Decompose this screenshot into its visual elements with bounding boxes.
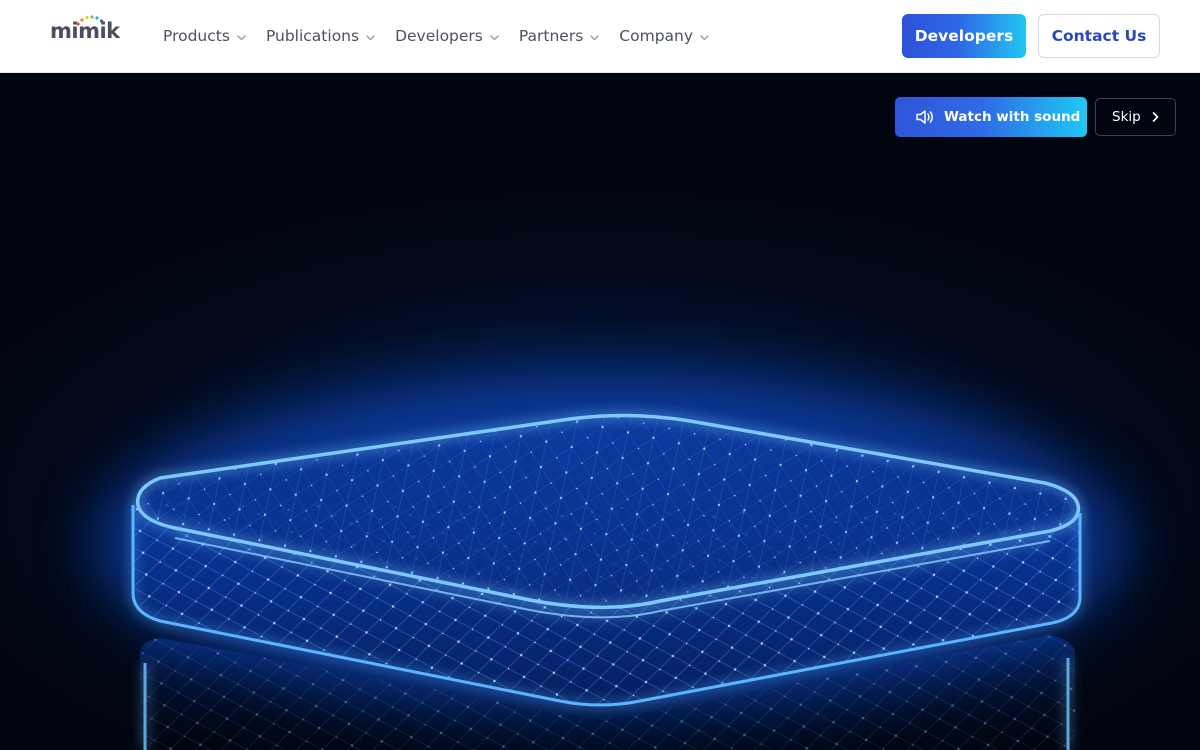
watch-with-sound-button[interactable]: Watch with sound	[895, 97, 1087, 137]
skip-button[interactable]: Skip	[1095, 98, 1176, 136]
logo-wordmark: mimik	[50, 19, 120, 43]
chevron-down-icon	[490, 34, 499, 41]
nav-item-label: Company	[619, 27, 694, 45]
chevron-down-icon	[366, 34, 375, 41]
chevron-right-icon	[1152, 112, 1159, 122]
nav-item-label: Publications	[265, 27, 360, 45]
site-header: mimik Products Publications Developers P…	[0, 0, 1200, 73]
main-nav: Products Publications Developers Partner…	[163, 0, 729, 72]
chevron-down-icon	[590, 34, 600, 41]
developers-button[interactable]: Developers	[902, 14, 1026, 58]
nav-item-products[interactable]: Products	[163, 27, 246, 45]
nav-item-partners[interactable]: Partners	[518, 27, 600, 45]
mimik-logo[interactable]: mimik	[50, 14, 120, 48]
nav-item-label: Partners	[518, 27, 584, 45]
nav-item-developers[interactable]: Developers	[395, 27, 499, 45]
nav-item-publications[interactable]: Publications	[266, 27, 375, 45]
chevron-down-icon	[700, 34, 709, 41]
nav-item-label: Products	[163, 27, 230, 45]
hero-video: Watch with sound Skip	[0, 73, 1200, 750]
nav-item-label: Developers	[395, 27, 483, 45]
chevron-down-icon	[237, 34, 246, 41]
nav-item-company[interactable]: Company	[619, 27, 709, 45]
glowing-device-illustration	[90, 373, 1130, 750]
skip-label: Skip	[1112, 109, 1141, 125]
speaker-icon	[916, 110, 933, 124]
watch-with-sound-label: Watch with sound	[944, 109, 1081, 125]
contact-us-button[interactable]: Contact Us	[1038, 14, 1160, 58]
